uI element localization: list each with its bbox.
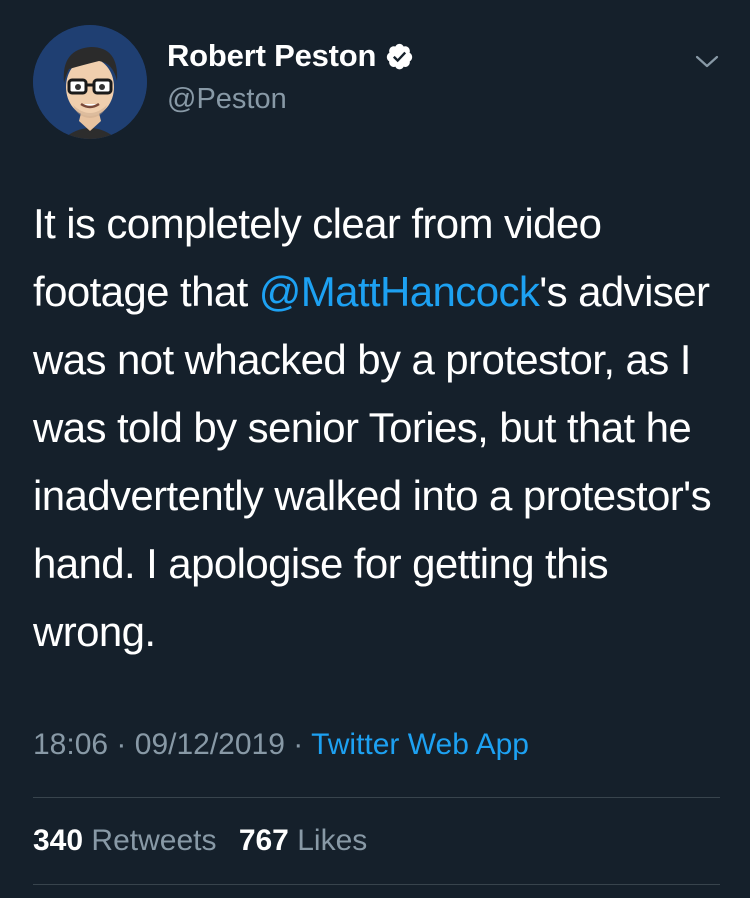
avatar[interactable]: [33, 25, 147, 139]
retweets-count: 340: [33, 824, 84, 857]
meta-separator: ·: [293, 728, 304, 761]
likes-stat[interactable]: 767 Likes: [239, 824, 367, 857]
verified-badge-icon: [385, 42, 414, 71]
tweet-source-link[interactable]: Twitter Web App: [311, 728, 529, 761]
tweet-stats: 340 Retweets 767 Likes: [33, 824, 367, 858]
tweet-date[interactable]: 09/12/2019: [135, 728, 285, 761]
retweets-label: Retweets: [91, 824, 217, 857]
likes-count: 767: [238, 824, 289, 857]
divider: [33, 797, 720, 798]
tweet-meta: 18:06 · 09/12/2019 · Twitter Web App: [33, 728, 529, 762]
author-handle[interactable]: @Peston: [167, 83, 287, 116]
likes-label: Likes: [297, 824, 368, 857]
author-display-name[interactable]: Robert Peston: [167, 38, 376, 74]
author-name-row: Robert Peston: [167, 38, 414, 74]
divider: [33, 884, 720, 885]
tweet-time[interactable]: 18:06: [33, 728, 108, 761]
mention-link[interactable]: @MattHancock: [259, 268, 540, 315]
chevron-down-icon[interactable]: [693, 52, 721, 72]
meta-separator: ·: [116, 728, 127, 761]
tweet-text-part2: 's adviser was not whacked by a protesto…: [33, 268, 712, 655]
retweets-stat[interactable]: 340 Retweets: [33, 824, 216, 857]
tweet-text: It is completely clear from video footag…: [33, 190, 713, 666]
avatar-illustration: [33, 25, 147, 139]
